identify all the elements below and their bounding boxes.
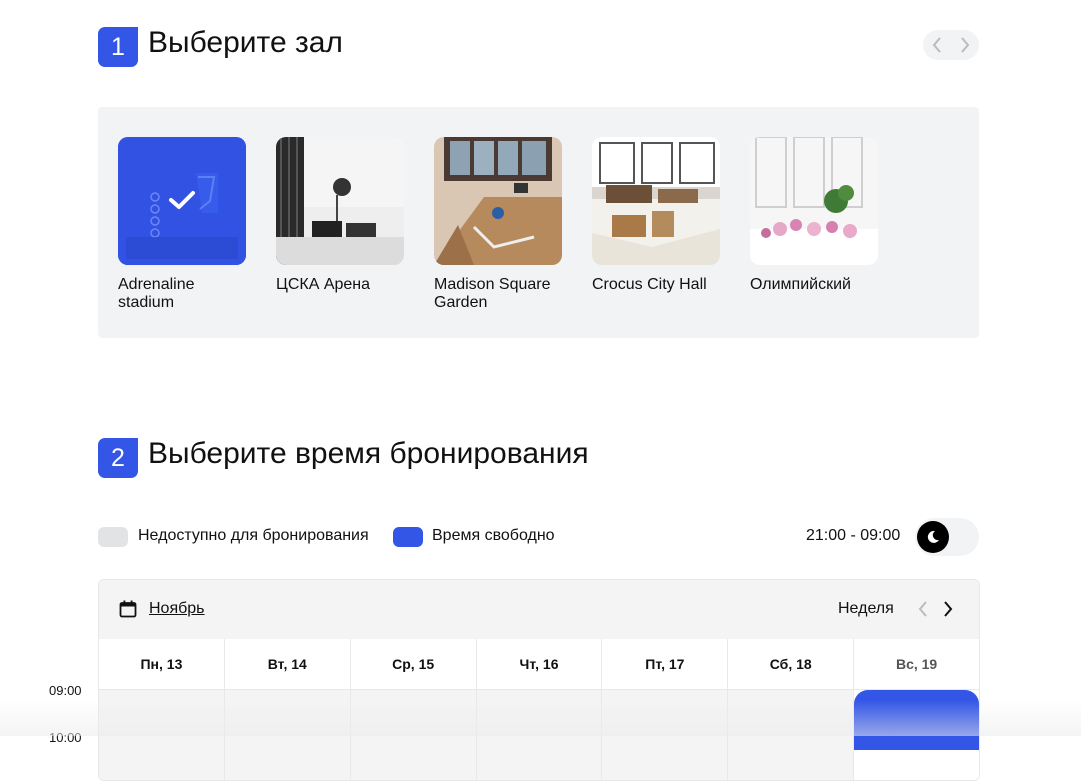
next-arrow-icon[interactable] [953,33,977,57]
hall-card-crocus[interactable]: Crocus City Hall [592,137,722,294]
time-label: 10:00 [49,730,82,745]
next-week-icon[interactable] [942,600,954,623]
hall-list: Adrenaline stadium ЦСКА Арена Madison Sq… [98,107,979,338]
calendar-header: Ноябрь Неделя [99,580,979,639]
time-slot-free[interactable] [854,690,979,750]
day-header-row: Пн, 13 Вт, 14 Ср, 15 Чт, 16 Пт, 17 Сб, 1… [99,639,979,690]
day-header: Ср, 15 [350,639,477,690]
time-slot-unavailable [476,690,603,780]
legend-unavailable-swatch [98,527,128,547]
hall-name: Crocus City Hall [592,276,707,293]
legend-free-label: Время свободно [432,527,555,544]
step-1-badge: 1 [98,27,138,67]
hall-image [592,137,720,265]
month-selector[interactable]: Ноябрь [149,600,205,618]
booking-calendar: Ноябрь Неделя Пн, 13 Вт, 14 Ср, 15 Чт, 1… [98,579,980,781]
prev-arrow-icon[interactable] [925,33,949,57]
time-slot-row [99,690,979,780]
legend-unavailable-label: Недоступно для бронирования [138,527,369,544]
night-mode-toggle[interactable] [915,518,979,556]
time-label: 09:00 [49,683,82,698]
step-2-title: Выберите время бронирования [148,437,589,470]
hall-card-madison[interactable]: Madison Square Garden [434,137,564,312]
time-slot-unavailable [728,690,855,780]
hall-card-cska[interactable]: ЦСКА Арена [276,137,406,294]
view-mode-label[interactable]: Неделя [838,600,894,618]
day-header: Вт, 14 [224,639,351,690]
calendar-icon [119,600,137,623]
prev-week-icon[interactable] [917,600,929,623]
hall-image [276,137,404,265]
time-slot-unavailable [602,690,729,780]
check-icon [169,191,195,209]
hall-name: Adrenaline stadium [118,276,195,311]
hall-name: ЦСКА Арена [276,276,371,293]
legend-free-swatch [393,527,423,547]
hall-image [750,137,878,265]
time-slot-unavailable [99,690,225,780]
day-header: Вс, 19 [854,639,979,690]
hall-image [434,137,562,265]
step-2-badge: 2 [98,438,138,478]
step-1-title: Выберите зал [148,26,343,59]
hall-name: Madison Square Garden [434,276,551,311]
day-header: Чт, 16 [476,639,603,690]
moon-icon [917,521,949,553]
time-slot-cell [854,690,979,780]
hall-image [118,137,246,265]
night-range-label: 21:00 - 09:00 [806,527,901,544]
hall-card-adrenaline[interactable]: Adrenaline stadium [118,137,248,312]
time-slot-unavailable [350,690,477,780]
hall-card-olimpiyskiy[interactable]: Олимпийский [750,137,880,294]
hall-pager [923,30,979,60]
day-header: Сб, 18 [728,639,855,690]
day-header: Пт, 17 [602,639,729,690]
day-header: Пн, 13 [99,639,225,690]
hall-name: Олимпийский [750,276,851,293]
time-slot-unavailable [224,690,351,780]
